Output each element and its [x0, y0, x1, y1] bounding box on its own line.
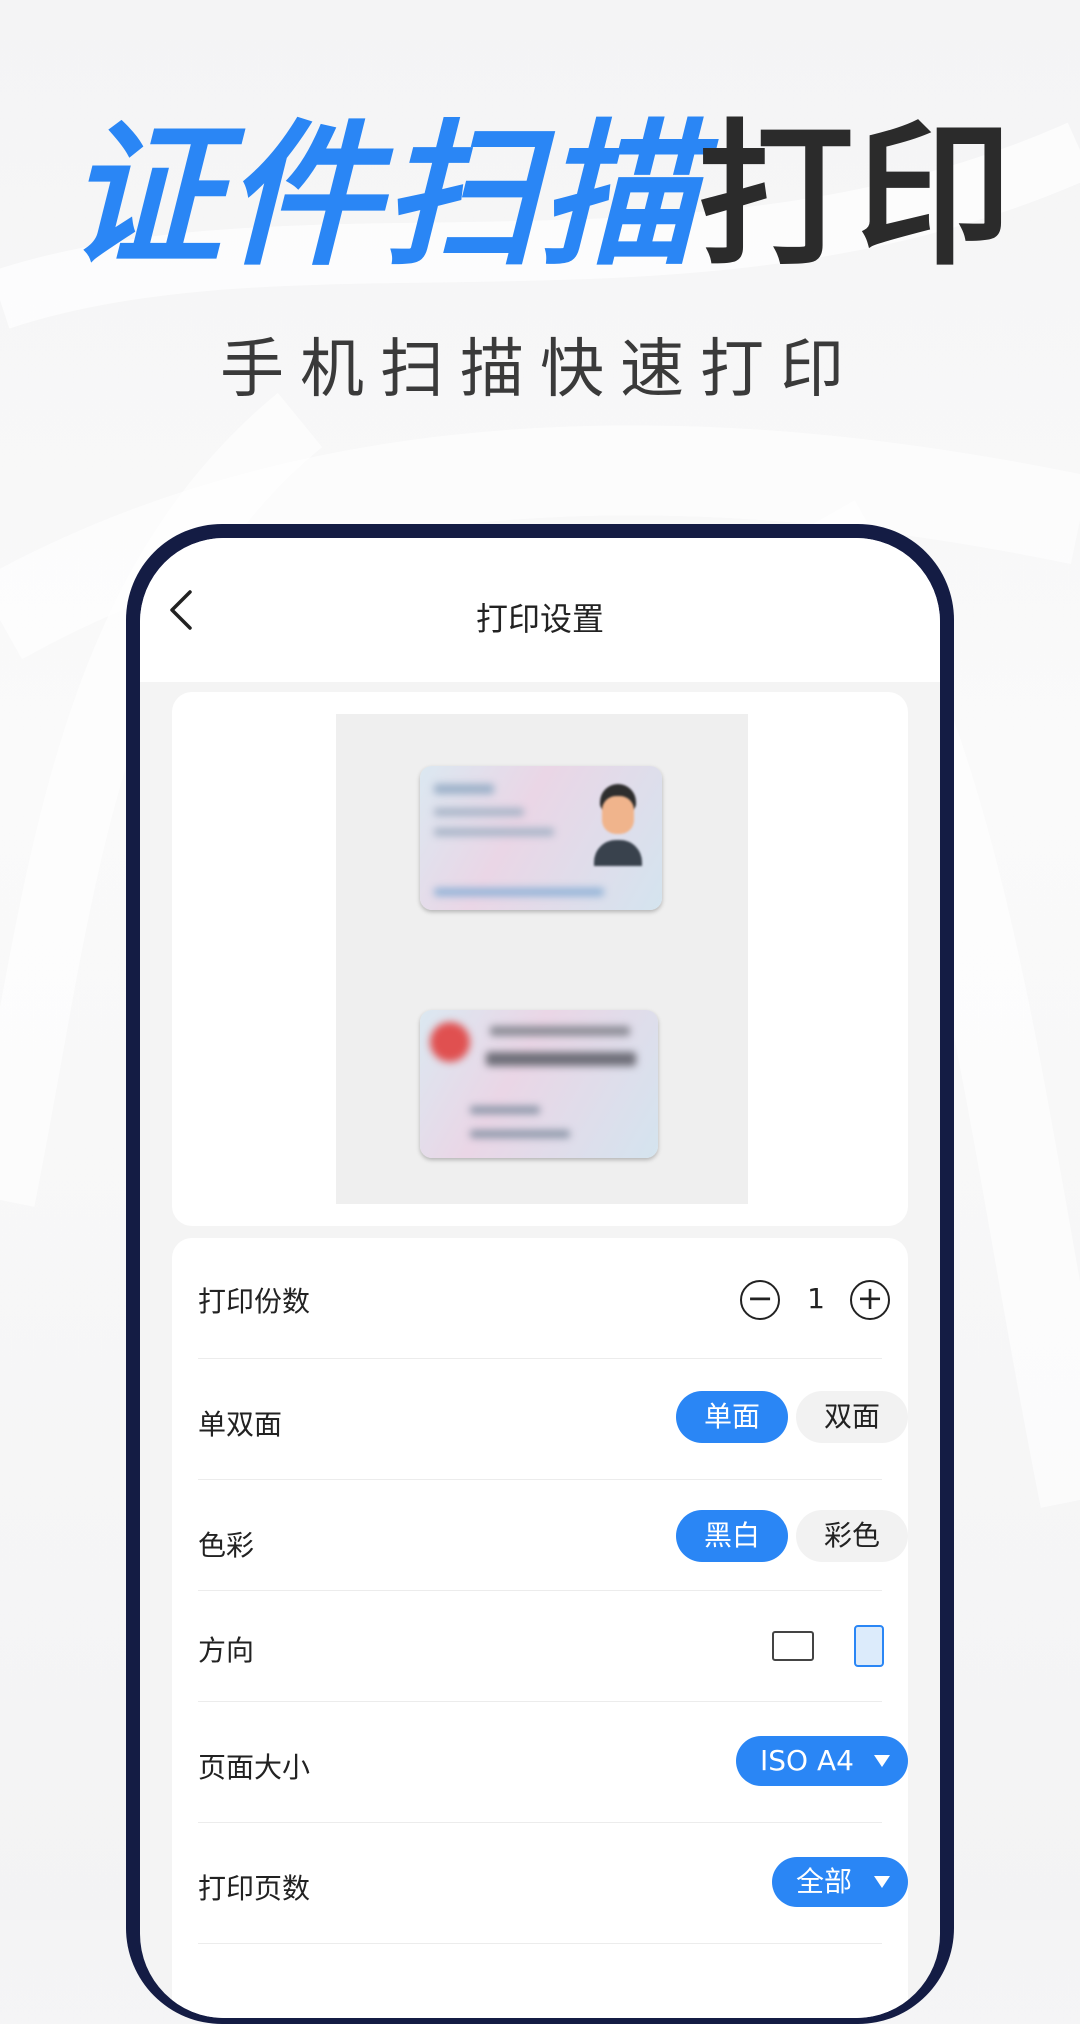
color-label: 色彩: [198, 1529, 255, 1562]
hero-title-highlight: 证件扫描: [66, 105, 698, 287]
copies-row: 打印份数 − 1 +: [198, 1238, 890, 1359]
orientation-label: 方向: [198, 1634, 255, 1667]
print-preview-page: [336, 714, 748, 1204]
hero-title-rest: 打印: [698, 105, 1014, 287]
duplex-option-double[interactable]: 双面: [796, 1391, 908, 1443]
navbar: 打印设置: [140, 538, 940, 682]
orientation-row: 方向: [198, 1591, 884, 1702]
phone-frame: 打印设置 打印份数 − 1 + 单双面 单面 双面 色彩 黑白 彩色 方向 页面…: [126, 524, 954, 2024]
landscape-icon[interactable]: [772, 1631, 814, 1661]
color-row: 色彩 黑白 彩色: [198, 1480, 908, 1591]
duplex-label: 单双面: [198, 1408, 283, 1441]
color-option-bw[interactable]: 黑白: [676, 1510, 788, 1562]
duplex-row: 单双面 单面 双面: [198, 1359, 908, 1480]
page-range-dropdown[interactable]: 全部: [772, 1857, 908, 1907]
caret-down-icon: [874, 1755, 890, 1767]
caret-down-icon: [874, 1876, 890, 1888]
duplex-option-single[interactable]: 单面: [676, 1391, 788, 1443]
id-card-front-image: [420, 766, 662, 910]
page-range-value: 全部: [796, 1865, 853, 1898]
page-size-value: ISO A4: [760, 1744, 854, 1777]
minus-circle-icon[interactable]: −: [740, 1280, 780, 1320]
page-range-row: 打印页数 全部: [198, 1823, 908, 1944]
copies-value: 1: [807, 1282, 825, 1315]
id-card-back-image: [420, 1010, 658, 1158]
portrait-icon[interactable]: [854, 1625, 884, 1667]
page-title: 打印设置: [475, 600, 604, 638]
print-settings-card: 打印份数 − 1 + 单双面 单面 双面 色彩 黑白 彩色 方向 页面大小 IS…: [172, 1238, 908, 2018]
print-preview-card: [172, 692, 908, 1226]
page-size-row: 页面大小 ISO A4: [198, 1702, 908, 1823]
color-option-color[interactable]: 彩色: [796, 1510, 908, 1562]
hero-title: 证件扫描打印: [0, 118, 1080, 274]
page-size-label: 页面大小: [198, 1751, 311, 1784]
phone-screen: 打印设置 打印份数 − 1 + 单双面 单面 双面 色彩 黑白 彩色 方向 页面…: [140, 538, 940, 2018]
page-size-dropdown[interactable]: ISO A4: [736, 1736, 908, 1786]
plus-circle-icon[interactable]: +: [850, 1280, 890, 1320]
hero-subtitle: 手机扫描快速打印: [220, 333, 860, 407]
page-range-label: 打印页数: [198, 1872, 311, 1905]
copies-label: 打印份数: [198, 1285, 311, 1318]
